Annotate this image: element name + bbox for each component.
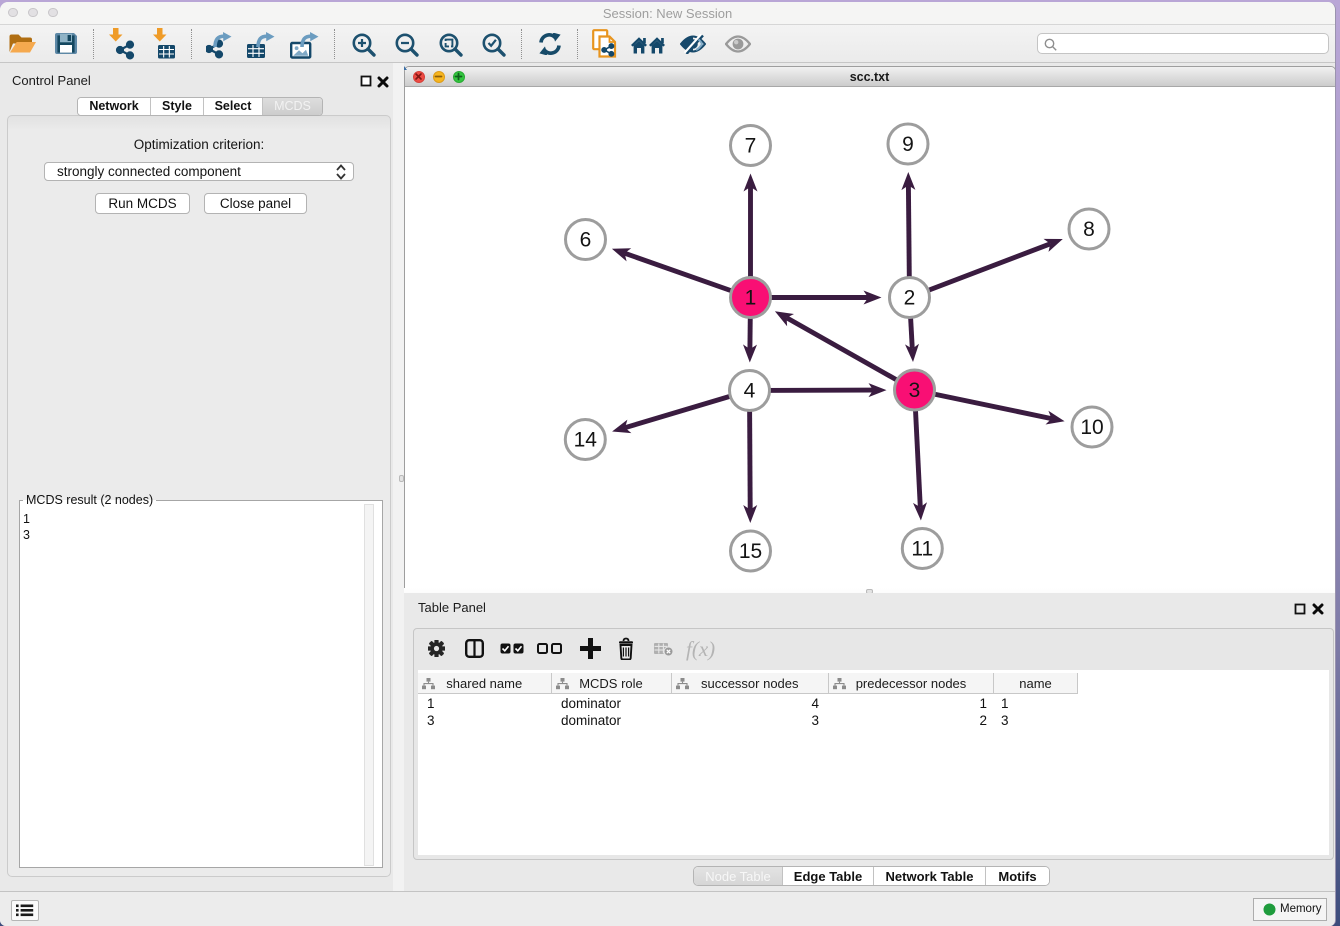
- svg-text:11: 11: [911, 538, 933, 561]
- svg-text:7: 7: [745, 135, 757, 158]
- svg-text:2: 2: [904, 287, 916, 310]
- svg-text:8: 8: [1083, 218, 1095, 241]
- svg-text:14: 14: [574, 429, 598, 452]
- svg-text:9: 9: [902, 133, 914, 156]
- svg-text:15: 15: [739, 540, 762, 563]
- svg-text:4: 4: [744, 380, 756, 403]
- svg-text:6: 6: [580, 229, 592, 252]
- svg-text:10: 10: [1080, 416, 1103, 439]
- svg-text:3: 3: [909, 379, 921, 402]
- svg-text:1: 1: [745, 287, 757, 310]
